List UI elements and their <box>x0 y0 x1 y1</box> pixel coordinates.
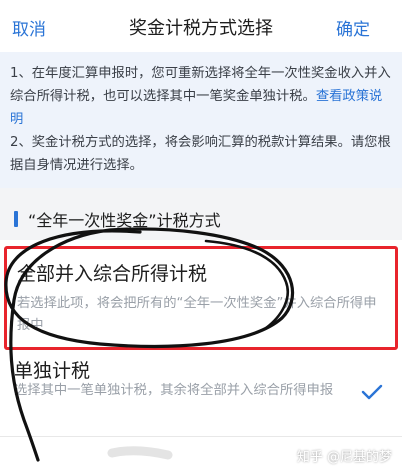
notice-panel: 1、在年度汇算申报时，您可重新选择将全年一次性奖金收入并入综合所得计税，也可以选… <box>0 52 402 188</box>
confirm-button[interactable]: 确定 <box>336 15 370 40</box>
option-description: 若选择此项，将会把所有的“全年一次性奖金”并入综合所得申报中 <box>17 296 377 333</box>
check-icon <box>361 384 383 400</box>
option-title: 单独计税 <box>14 360 91 382</box>
section-title: “全年一次性奖金”计税方式 <box>28 211 221 230</box>
option-merge-all[interactable]: 全部并入综合所得计税 若选择此项，将会把所有的“全年一次性奖金”并入综合所得申报… <box>4 246 398 350</box>
notice-line-2: 2、奖金计税方式的选择，将会影响汇算的税款计算结果。请您根据自身情况进行选择。 <box>10 135 391 173</box>
option-title: 全部并入综合所得计税 <box>17 263 208 285</box>
section-header: “全年一次性奖金”计税方式 <box>0 205 402 235</box>
nav-bar: 取消 奖金计税方式选择 确定 <box>0 0 402 52</box>
option-description: 选择其中一笔单独计税，其余将全部并入综合所得申报 <box>14 383 334 398</box>
section-marker <box>14 211 18 227</box>
divider <box>0 436 402 437</box>
options-list: 全部并入综合所得计税 若选择此项，将会把所有的“全年一次性奖金”并入综合所得申报… <box>0 240 402 473</box>
watermark: 知乎 @尼基的梦 <box>296 450 392 465</box>
